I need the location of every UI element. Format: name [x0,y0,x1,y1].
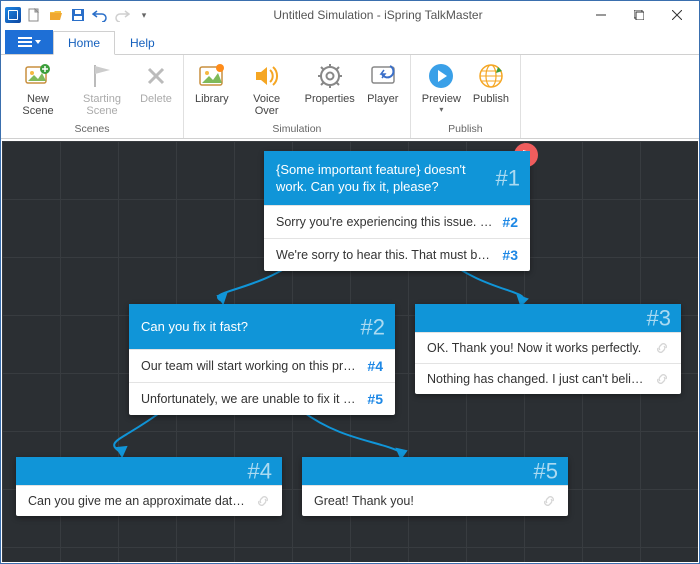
reply-row[interactable]: Can you give me an approximate date ... [16,485,282,516]
scene-head[interactable]: #4 [16,457,282,485]
link-icon [655,372,669,386]
ribbon-group-scenes: New Scene Starting Scene Delete Scenes [1,55,184,138]
window-title: Untitled Simulation - iSpring TalkMaster [153,8,583,22]
library-icon [197,61,227,91]
reply-row[interactable]: Sorry you're experiencing this issue. We… [264,205,530,238]
scene-head[interactable]: #3 [415,304,681,332]
ribbon: New Scene Starting Scene Delete Scenes L… [1,55,699,139]
new-file-icon[interactable] [25,6,43,24]
quick-access-toolbar: ▾ [5,6,153,24]
scene-node-2[interactable]: Can you fix it fast? #2 Our team will st… [129,304,395,415]
publish-button[interactable]: Publish [468,57,514,106]
ribbon-group-simulation: Library Voice Over Properties Player Sim… [184,55,411,138]
player-button[interactable]: Player [362,57,404,106]
reply-row[interactable]: Nothing has changed. I just can't believ… [415,363,681,394]
qat-dropdown-icon[interactable]: ▾ [135,6,153,24]
player-icon [368,61,398,91]
tab-help[interactable]: Help [115,31,170,54]
new-scene-button[interactable]: New Scene [7,57,69,118]
scene-head[interactable]: Can you fix it fast? #2 [129,304,395,349]
canvas[interactable]: {Some important feature} doesn't work. C… [2,141,698,562]
open-file-icon[interactable] [47,6,65,24]
link-icon [655,341,669,355]
close-button[interactable] [659,4,695,26]
scene-node-3[interactable]: #3 OK. Thank you! Now it works perfectly… [415,304,681,394]
scene-node-4[interactable]: #4 Can you give me an approximate date .… [16,457,282,516]
reply-row[interactable]: Great! Thank you! [302,485,568,516]
titlebar: ▾ Untitled Simulation - iSpring TalkMast… [1,1,699,29]
globe-icon [476,61,506,91]
app-icon [5,7,21,23]
ribbon-tabstrip: Home Help [1,29,699,55]
link-icon [256,494,270,508]
chevron-down-icon [35,40,41,44]
window-controls [583,4,695,26]
properties-button[interactable]: Properties [300,57,360,106]
reply-row[interactable]: We're sorry to hear this. That must be v… [264,238,530,271]
tab-home[interactable]: Home [53,31,115,55]
minimize-button[interactable] [583,4,619,26]
scene-head[interactable]: {Some important feature} doesn't work. C… [264,151,530,205]
reply-row[interactable]: Unfortunately, we are unable to fix it r… [129,382,395,415]
scene-node-1[interactable]: {Some important feature} doesn't work. C… [264,151,530,271]
reply-row[interactable]: OK. Thank you! Now it works perfectly. [415,332,681,363]
link-icon [542,494,556,508]
redo-icon[interactable] [113,6,131,24]
delete-icon [141,61,171,91]
maximize-button[interactable] [621,4,657,26]
ribbon-group-publish: Preview ▾ Publish Publish [411,55,521,138]
file-tab[interactable] [5,30,53,54]
starting-scene-button: Starting Scene [71,57,133,118]
scene-head[interactable]: #5 [302,457,568,485]
library-button[interactable]: Library [190,57,234,106]
reply-row[interactable]: Our team will start working on this pro.… [129,349,395,382]
speaker-icon [252,61,282,91]
save-icon[interactable] [69,6,87,24]
delete-button: Delete [135,57,177,106]
chevron-down-icon: ▾ [439,105,443,114]
flag-icon [87,61,117,91]
undo-icon[interactable] [91,6,109,24]
new-scene-icon [23,61,53,91]
gear-icon [315,61,345,91]
voice-over-button[interactable]: Voice Over [236,57,298,118]
scene-node-5[interactable]: #5 Great! Thank you! [302,457,568,516]
play-icon [426,61,456,91]
preview-button[interactable]: Preview ▾ [417,57,466,115]
